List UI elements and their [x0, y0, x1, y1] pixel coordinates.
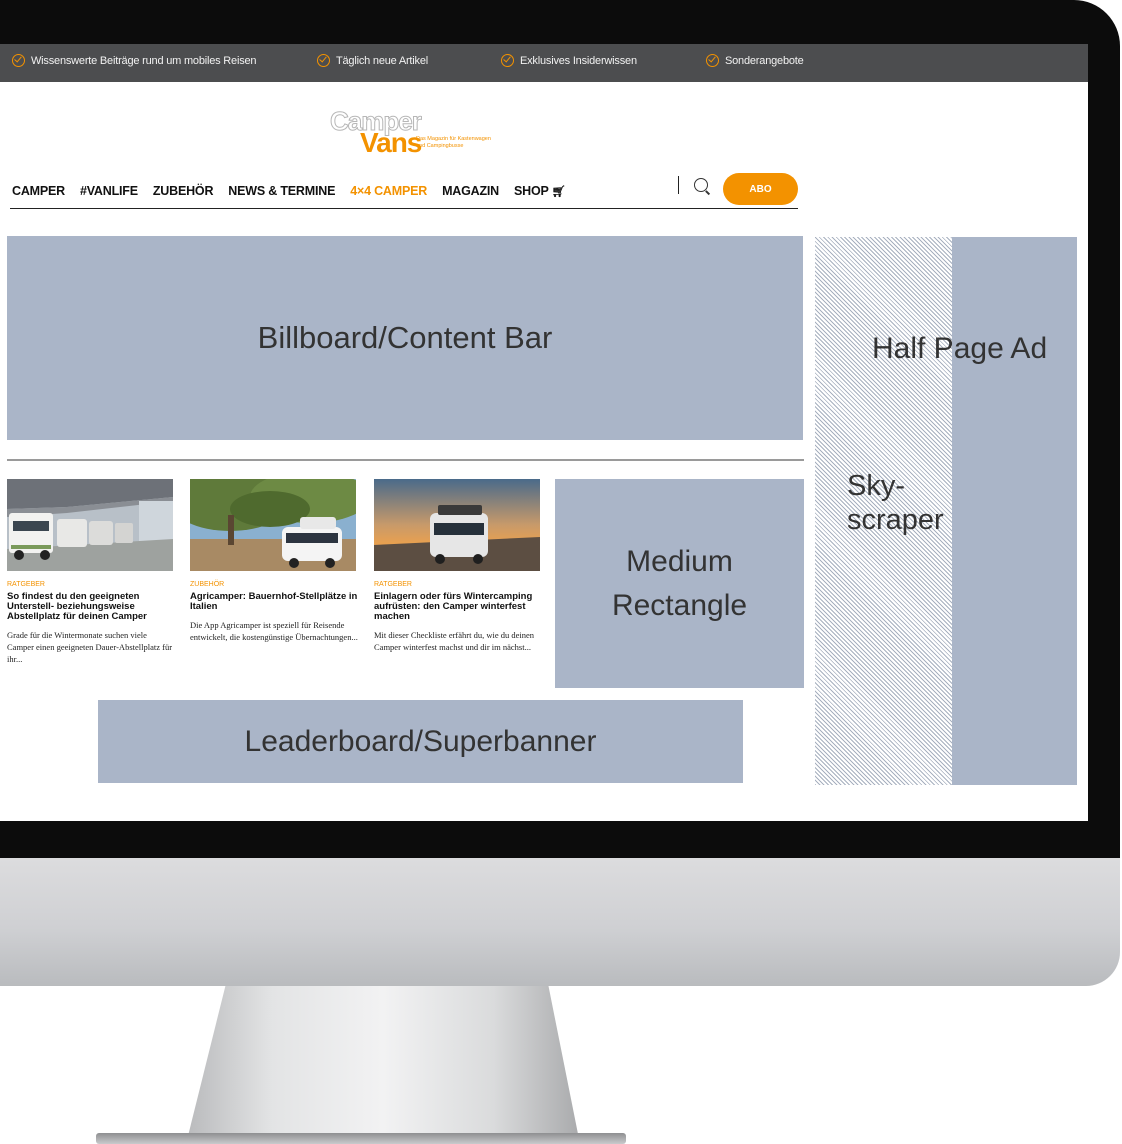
- nav-underline: [10, 208, 798, 209]
- search-icon[interactable]: [694, 178, 708, 192]
- article-category: RATGEBER: [7, 581, 45, 588]
- ad-half-page-label: Half Page Ad: [872, 332, 1048, 365]
- logo-tagline: Das Magazin für Kastenwagen und Campingb…: [416, 136, 491, 149]
- ad-medium-rectangle-label: Rectangle: [611, 588, 748, 622]
- check-circle-icon: [12, 54, 25, 67]
- monitor-stand: [186, 986, 580, 1144]
- logo-word-vans: Vans: [360, 127, 422, 158]
- usp-item: Exklusives Insiderwissen: [501, 54, 637, 67]
- article-title[interactable]: Agricamper: Bauernhof-Stellplätze in Ita…: [190, 592, 358, 612]
- check-circle-icon: [317, 54, 330, 67]
- ad-skyscraper-label-line: Sky-: [847, 470, 905, 502]
- article-excerpt: Mit dieser Checkliste erfährt du, wie du…: [374, 630, 535, 652]
- article-card[interactable]: RATGEBER So findest du den geeigneten Un…: [7, 479, 175, 665]
- section-divider: [7, 459, 804, 461]
- nav-item-vanlife[interactable]: #VANLIFE: [80, 184, 138, 198]
- ad-skyscraper-label: Sky- scraper: [847, 469, 944, 537]
- abo-button[interactable]: ABO: [723, 173, 798, 205]
- ad-leaderboard-label: Leaderboard/Superbanner: [244, 724, 597, 758]
- nav-item-news-termine[interactable]: NEWS & TERMINE: [228, 184, 335, 198]
- nav-divider: [678, 176, 679, 194]
- usp-label: Täglich neue Artikel: [336, 54, 428, 67]
- usp-item: Sonderangebote: [706, 54, 804, 67]
- usp-item: Wissenswerte Beiträge rund um mobiles Re…: [12, 54, 257, 67]
- check-circle-icon: [706, 54, 719, 67]
- article-excerpt: Die App Agricamper ist speziell für Reis…: [190, 620, 358, 642]
- nav-item-4x4-camper[interactable]: 4×4 CAMPER: [350, 184, 427, 198]
- usp-item: Täglich neue Artikel: [317, 54, 428, 67]
- ad-skyscraper-label-line: scraper: [847, 504, 944, 536]
- article-image-winter-camper: [374, 479, 540, 571]
- site-logo[interactable]: Camper Vans Das Magazin für Kastenwagen …: [330, 108, 491, 158]
- ad-billboard: Billboard/Content Bar: [7, 236, 803, 440]
- article-title[interactable]: Einlagern oder fürs Wintercamping aufrüs…: [374, 592, 542, 622]
- ad-half-page: Half Page Ad Sky- scraper: [815, 237, 1077, 785]
- main-nav: CAMPER #VANLIFE ZUBEHÖR NEWS & TERMINE 4…: [12, 184, 566, 198]
- monitor-stand-base: [96, 1133, 626, 1144]
- nav-item-shop-label: SHOP: [514, 184, 549, 198]
- ad-billboard-label: Billboard/Content Bar: [257, 320, 553, 355]
- article-image-parking: [7, 479, 173, 571]
- article-title[interactable]: So findest du den geeigneten Unterstell-…: [7, 592, 175, 622]
- article-card[interactable]: ZUBEHÖR Agricamper: Bauernhof-Stellplätz…: [190, 479, 358, 643]
- article-image-olive-grove: [190, 479, 356, 571]
- nav-item-magazin[interactable]: MAGAZIN: [442, 184, 499, 198]
- ad-leaderboard: Leaderboard/Superbanner: [98, 700, 743, 783]
- article-excerpt: Grade für die Wintermonate suchen viele …: [7, 630, 173, 664]
- ad-medium-rectangle: Medium Rectangle: [555, 479, 804, 688]
- nav-item-zubehoer[interactable]: ZUBEHÖR: [153, 184, 214, 198]
- nav-item-camper[interactable]: CAMPER: [12, 184, 65, 198]
- nav-item-shop[interactable]: SHOP 🛒︎: [514, 184, 566, 198]
- ad-medium-rectangle-label: Medium: [626, 544, 733, 578]
- usp-label: Exklusives Insiderwissen: [520, 54, 637, 67]
- website-screen: Wissenswerte Beiträge rund um mobiles Re…: [0, 44, 1088, 821]
- cart-icon: 🛒︎: [551, 186, 566, 198]
- check-circle-icon: [501, 54, 514, 67]
- usp-label: Wissenswerte Beiträge rund um mobiles Re…: [31, 54, 257, 67]
- article-card[interactable]: RATGEBER Einlagern oder fürs Wintercampi…: [374, 479, 542, 653]
- monitor-chin: [0, 858, 1120, 986]
- article-category: RATGEBER: [374, 581, 412, 588]
- usp-label: Sonderangebote: [725, 54, 804, 67]
- usp-bar: Wissenswerte Beiträge rund um mobiles Re…: [0, 44, 1088, 82]
- article-category: ZUBEHÖR: [190, 581, 225, 588]
